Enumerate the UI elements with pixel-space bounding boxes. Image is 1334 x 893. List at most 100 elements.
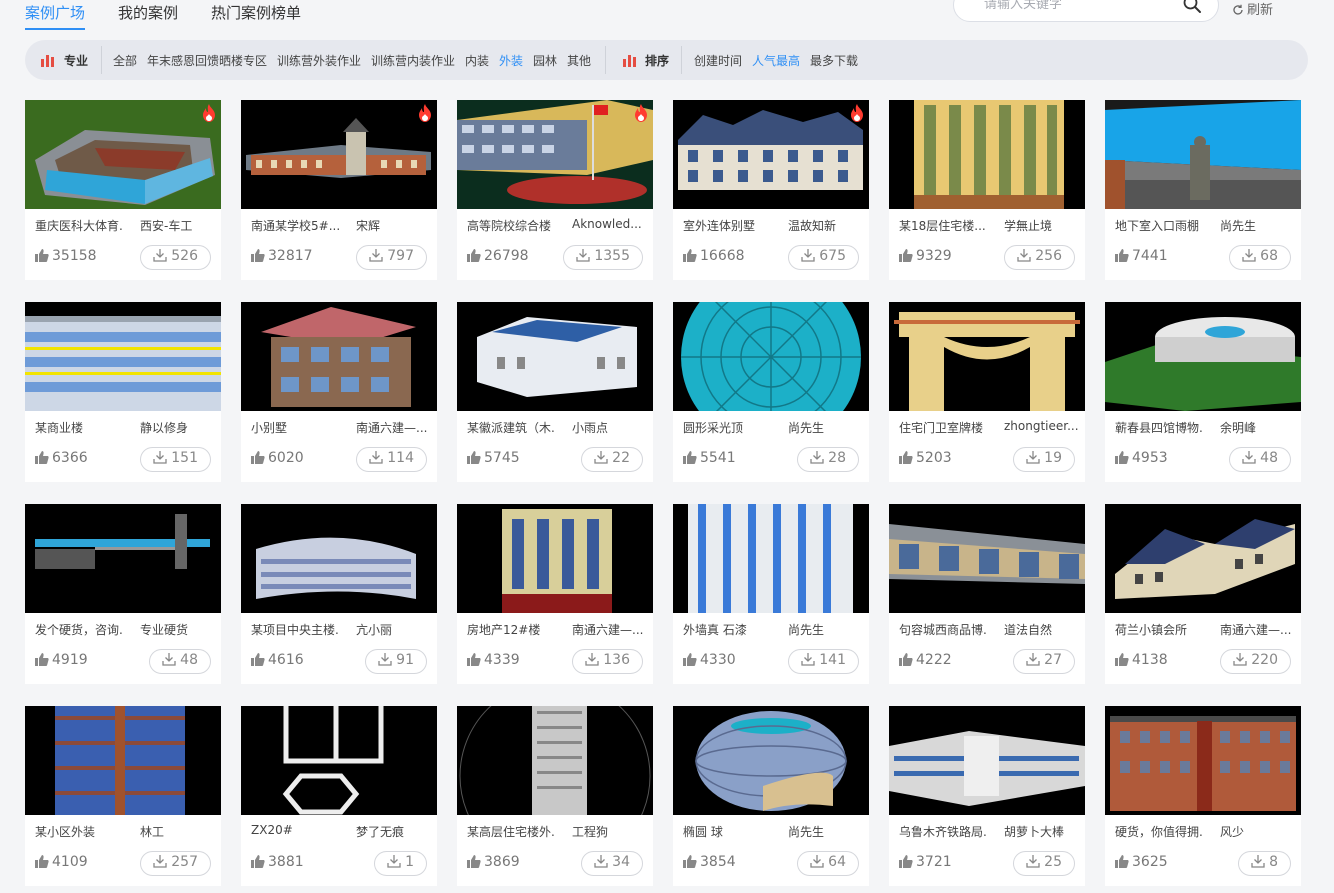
case-thumbnail[interactable]	[673, 302, 869, 411]
case-author[interactable]: 风少	[1220, 823, 1296, 840]
case-title[interactable]: 蕲春县四馆博物.	[1115, 419, 1210, 436]
download-button[interactable]: 91	[365, 649, 427, 674]
case-card[interactable]: 句容城西商品博. 道法自然 4222 27	[889, 504, 1085, 684]
case-card[interactable]: 室外连体别墅 温故知新 16668 675	[673, 100, 869, 280]
case-thumbnail[interactable]	[673, 706, 869, 815]
case-thumbnail[interactable]	[241, 100, 437, 209]
case-thumbnail[interactable]	[1105, 504, 1301, 613]
case-thumbnail[interactable]	[889, 302, 1085, 411]
case-card[interactable]: 某徽派建筑（木. 小雨点 5745 22	[457, 302, 653, 482]
case-card[interactable]: 外墙真 石漆 尚先生 4330 141	[673, 504, 869, 684]
like-count[interactable]: 32817	[251, 248, 313, 264]
sort-most-downloads[interactable]: 最多下载	[810, 52, 858, 69]
like-count[interactable]: 3625	[1115, 854, 1168, 870]
case-card[interactable]: 某项目中央主楼. 亢小丽 4616 91	[241, 504, 437, 684]
like-count[interactable]: 6020	[251, 450, 304, 466]
like-count[interactable]: 4109	[35, 854, 88, 870]
case-card[interactable]: 某商业楼 静以修身 6366 151	[25, 302, 221, 482]
case-card[interactable]: ZX20# 梦了无痕 3881 1	[241, 706, 437, 886]
refresh-button[interactable]: 刷新	[1232, 0, 1273, 18]
like-count[interactable]: 4616	[251, 652, 304, 668]
case-author[interactable]: 南通六建—...	[1220, 621, 1296, 638]
case-title[interactable]: 某商业楼	[35, 419, 130, 436]
download-button[interactable]: 22	[581, 447, 643, 472]
like-count[interactable]: 16668	[683, 248, 745, 264]
case-thumbnail[interactable]	[25, 504, 221, 613]
like-count[interactable]: 6366	[35, 450, 88, 466]
download-button[interactable]: 48	[149, 649, 211, 674]
case-author[interactable]: 工程狗	[572, 823, 648, 840]
case-title[interactable]: 住宅门卫室牌楼	[899, 419, 994, 436]
filter-bootcamp-interior[interactable]: 训练营内装作业	[371, 52, 455, 69]
like-count[interactable]: 3721	[899, 854, 952, 870]
case-thumbnail[interactable]	[457, 100, 653, 209]
case-title[interactable]: 乌鲁木齐铁路局.	[899, 823, 994, 840]
case-author[interactable]: 胡萝卜大棒	[1004, 823, 1080, 840]
filter-landscape[interactable]: 园林	[533, 52, 557, 69]
case-title[interactable]: 外墙真 石漆	[683, 621, 778, 638]
download-button[interactable]: 48	[1229, 447, 1291, 472]
download-button[interactable]: 220	[1220, 649, 1291, 674]
case-title[interactable]: 荷兰小镇会所	[1115, 621, 1210, 638]
download-button[interactable]: 1355	[563, 245, 643, 270]
case-title[interactable]: 椭圆 球	[683, 823, 778, 840]
sort-most-popular[interactable]: 人气最高	[752, 52, 800, 69]
download-button[interactable]: 797	[356, 245, 427, 270]
case-author[interactable]: 余明峰	[1220, 419, 1296, 436]
like-count[interactable]: 4339	[467, 652, 520, 668]
case-title[interactable]: 发个硬货，咨询.	[35, 621, 130, 638]
case-title[interactable]: 室外连体别墅	[683, 217, 778, 234]
case-title[interactable]: 某徽派建筑（木.	[467, 419, 562, 436]
case-author[interactable]: 尚先生	[788, 419, 864, 436]
like-count[interactable]: 9329	[899, 248, 952, 264]
download-button[interactable]: 27	[1013, 649, 1075, 674]
case-author[interactable]: 尚先生	[1220, 217, 1296, 234]
download-button[interactable]: 8	[1238, 851, 1291, 876]
case-card[interactable]: 高等院校综合楼 Aknowled... 26798 1355	[457, 100, 653, 280]
case-thumbnail[interactable]	[25, 302, 221, 411]
download-button[interactable]: 19	[1013, 447, 1075, 472]
case-author[interactable]: 南通六建—...	[572, 621, 648, 638]
case-thumbnail[interactable]	[889, 100, 1085, 209]
like-count[interactable]: 3881	[251, 854, 304, 870]
case-thumbnail[interactable]	[1105, 302, 1301, 411]
tab-case-square[interactable]: 案例广场	[25, 2, 86, 30]
case-author[interactable]: 林工	[140, 823, 216, 840]
case-card[interactable]: 住宅门卫室牌楼 zhongtieer... 5203 19	[889, 302, 1085, 482]
case-author[interactable]: 温故知新	[788, 217, 864, 234]
case-author[interactable]: Aknowled...	[572, 217, 648, 231]
like-count[interactable]: 4953	[1115, 450, 1168, 466]
case-author[interactable]: 亢小丽	[356, 621, 432, 638]
case-thumbnail[interactable]	[457, 706, 653, 815]
case-author[interactable]: 尚先生	[788, 621, 864, 638]
download-button[interactable]: 28	[797, 447, 859, 472]
download-button[interactable]: 68	[1229, 245, 1291, 270]
case-author[interactable]: 梦了无痕	[356, 823, 432, 840]
download-button[interactable]: 1	[374, 851, 427, 876]
filter-bootcamp-exterior[interactable]: 训练营外装作业	[277, 52, 361, 69]
case-author[interactable]: 尚先生	[788, 823, 864, 840]
like-count[interactable]: 4919	[35, 652, 88, 668]
case-thumbnail[interactable]	[889, 504, 1085, 613]
case-thumbnail[interactable]	[241, 706, 437, 815]
case-author[interactable]: 学無止境	[1004, 217, 1080, 234]
case-card[interactable]: 圆形采光顶 尚先生 5541 28	[673, 302, 869, 482]
case-title[interactable]: 房地产12#楼	[467, 621, 562, 638]
download-button[interactable]: 526	[140, 245, 211, 270]
download-button[interactable]: 114	[356, 447, 427, 472]
case-title[interactable]: 高等院校综合楼	[467, 217, 562, 234]
case-thumbnail[interactable]	[25, 100, 221, 209]
download-button[interactable]: 256	[1004, 245, 1075, 270]
case-thumbnail[interactable]	[25, 706, 221, 815]
case-card[interactable]: 小别墅 南通六建—... 6020 114	[241, 302, 437, 482]
like-count[interactable]: 4330	[683, 652, 736, 668]
case-thumbnail[interactable]	[1105, 100, 1301, 209]
case-author[interactable]: 道法自然	[1004, 621, 1080, 638]
case-card[interactable]: 某高层住宅楼外. 工程狗 3869 34	[457, 706, 653, 886]
like-count[interactable]: 5541	[683, 450, 736, 466]
case-author[interactable]: 静以修身	[140, 419, 216, 436]
case-title[interactable]: 圆形采光顶	[683, 419, 778, 436]
case-card[interactable]: 南通某学校5#... 宋辉 32817 797	[241, 100, 437, 280]
filter-other[interactable]: 其他	[567, 52, 591, 69]
like-count[interactable]: 7441	[1115, 248, 1168, 264]
